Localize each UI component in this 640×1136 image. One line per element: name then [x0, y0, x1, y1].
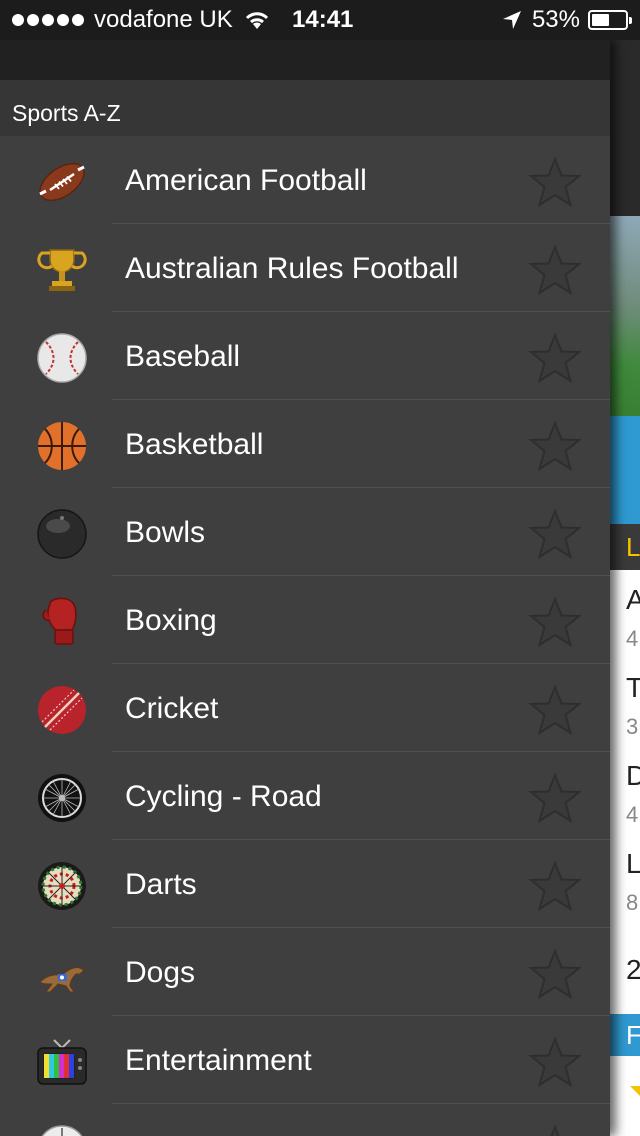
cricket-ball-icon	[38, 686, 86, 734]
wifi-icon	[245, 12, 268, 29]
sport-row-boxing[interactable]: Boxing	[0, 576, 610, 664]
sport-row-australian-rules-football[interactable]: Australian Rules Football	[0, 224, 610, 312]
status-left: vodafone UK	[12, 6, 271, 34]
sport-label: Entertainment	[125, 1044, 312, 1077]
favourite-star-icon[interactable]	[528, 860, 582, 914]
star-icon	[630, 1086, 640, 1096]
sports-drawer: Sports A-Z American Football Australian …	[0, 40, 610, 1136]
favourite-star-icon[interactable]	[528, 1036, 582, 1090]
dartboard-icon	[38, 862, 86, 910]
bowls-icon	[37, 509, 87, 559]
sport-row-darts[interactable]: Darts	[0, 840, 610, 928]
battery-icon	[588, 10, 632, 30]
signal-strength-icon	[12, 14, 84, 26]
background-hero-image	[610, 216, 640, 416]
favourite-star-icon[interactable]	[528, 508, 582, 562]
background-list-text: 2	[626, 954, 640, 985]
drawer-top-bar	[0, 40, 610, 80]
background-list: A 4 T 3 D 4 L 8 2	[610, 570, 640, 1040]
carrier-name: vodafone UK	[94, 6, 233, 33]
sport-label: Boxing	[125, 604, 217, 637]
status-right: 53%	[502, 6, 632, 34]
sports-list: American Football Australian Rules Footb…	[0, 136, 610, 1136]
favourite-star-icon[interactable]	[528, 244, 582, 298]
sport-label: American Football	[125, 164, 367, 197]
sport-label: Basketball	[125, 428, 264, 461]
favourite-star-icon[interactable]	[528, 596, 582, 650]
section-title: Sports A-Z	[12, 100, 121, 126]
background-list-text: D	[626, 760, 640, 791]
background-section-letter: L	[626, 532, 640, 562]
american-football-icon	[39, 162, 85, 202]
sport-label: Australian Rules Football	[125, 252, 459, 285]
bicycle-wheel-icon	[38, 774, 86, 822]
background-list-text: T	[626, 672, 640, 703]
favourite-star-icon[interactable]	[528, 948, 582, 1002]
battery-percent: 53%	[531, 6, 580, 33]
sport-row-baseball[interactable]: Baseball	[0, 312, 610, 400]
sport-label: Cycling - Road	[125, 780, 322, 813]
sport-row-american-football[interactable]: American Football	[0, 136, 610, 224]
background-top-bar	[610, 40, 640, 216]
favourite-star-icon[interactable]	[528, 156, 582, 210]
sport-row-entertainment[interactable]: Entertainment	[0, 1016, 610, 1104]
background-blue-section: F	[610, 1014, 640, 1056]
background-list-text: 4	[626, 802, 639, 827]
sport-label: Dogs	[125, 956, 196, 989]
favourite-star-icon[interactable]	[528, 684, 582, 738]
background-blue-banner	[610, 416, 640, 524]
background-list-text: A	[626, 584, 640, 615]
app-screen: vodafone UK 14:41 53% L A 4 T 3 D 4 L 8 …	[0, 0, 640, 1136]
section-header: Sports A-Z	[0, 80, 610, 136]
favourite-star-icon[interactable]	[528, 1124, 582, 1136]
status-time: 14:41	[292, 6, 354, 33]
sport-row-partial[interactable]	[0, 1104, 610, 1136]
sport-row-basketball[interactable]: Basketball	[0, 400, 610, 488]
greyhound-icon	[39, 967, 85, 993]
boxing-glove-icon	[42, 597, 77, 645]
background-list-text: 4	[626, 626, 639, 651]
favourite-star-icon[interactable]	[528, 420, 582, 474]
sport-label: Baseball	[125, 340, 241, 373]
sport-label: Bowls	[125, 516, 206, 549]
favourite-star-icon[interactable]	[528, 772, 582, 826]
background-list-text: 8	[626, 890, 639, 915]
sport-row-dogs[interactable]: Dogs	[0, 928, 610, 1016]
television-icon	[37, 1039, 87, 1085]
sport-label: Darts	[125, 868, 197, 901]
favourite-star-icon[interactable]	[528, 332, 582, 386]
status-bar: vodafone UK 14:41 53%	[0, 0, 640, 40]
basketball-icon	[38, 422, 86, 470]
sport-row-cycling-road[interactable]: Cycling - Road	[0, 752, 610, 840]
baseball-icon	[37, 333, 87, 383]
background-list-text: 3	[626, 714, 639, 739]
football-icon	[41, 1125, 83, 1136]
sport-row-cricket[interactable]: Cricket	[0, 664, 610, 752]
background-list-text: L	[626, 848, 640, 879]
sport-label: Cricket	[125, 692, 219, 725]
battery-level-fill	[592, 14, 609, 26]
background-section-header: L	[610, 524, 640, 570]
location-arrow-icon	[502, 11, 521, 29]
trophy-icon	[37, 249, 87, 291]
background-screen-peek: L A 4 T 3 D 4 L 8 2 F	[610, 0, 640, 1136]
background-blue-letter: F	[626, 1020, 640, 1050]
background-bottom	[610, 1056, 640, 1136]
sport-row-bowls[interactable]: Bowls	[0, 488, 610, 576]
